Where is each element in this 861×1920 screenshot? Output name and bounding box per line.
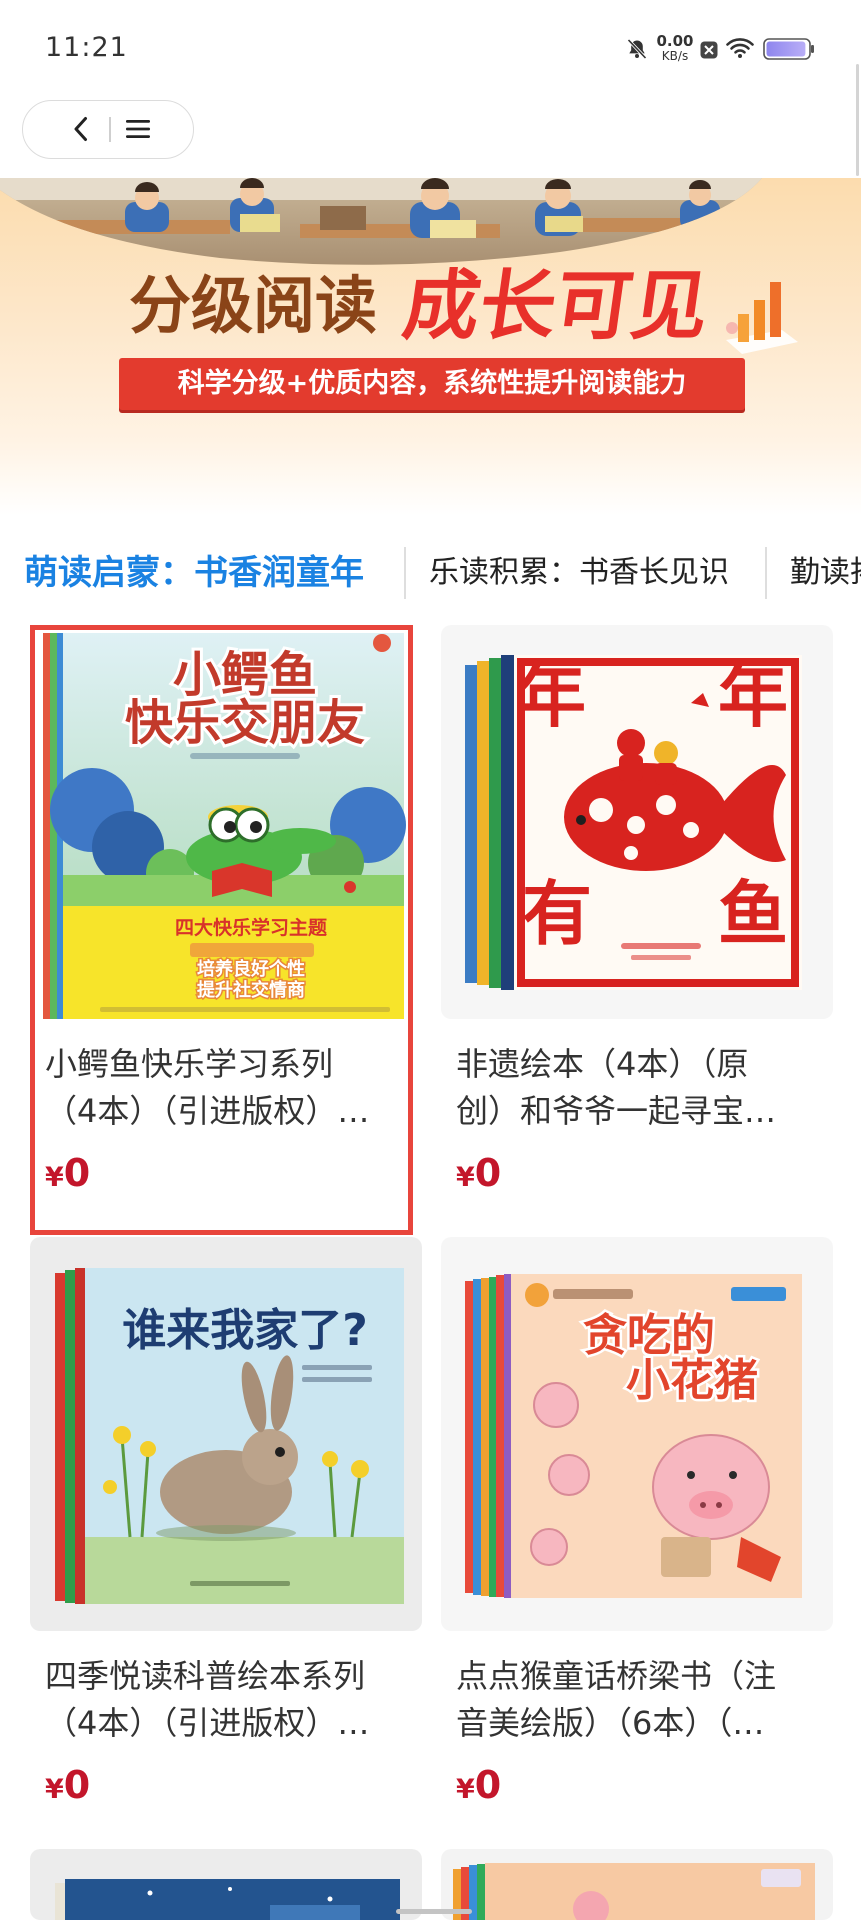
close-box-icon bbox=[700, 41, 718, 59]
product-price: ¥0 bbox=[45, 1151, 90, 1195]
product-card[interactable]: 谁来我家了? 四季悦读科普绘本系列 （4本）（引进版权）… ¥0 bbox=[30, 1237, 422, 1837]
nav-capsule bbox=[22, 100, 194, 159]
product-title: 点点猴童话桥梁书（注 音美绘版）（6本）（… bbox=[456, 1653, 824, 1747]
cover-character: 年 bbox=[718, 655, 788, 737]
banner-subtitle: 科学分级+优质内容，系统性提升阅读能力 bbox=[119, 358, 745, 410]
tab-ledu-jilei[interactable]: 乐读积累：书香长见识 bbox=[429, 545, 755, 601]
product-price: ¥0 bbox=[456, 1151, 501, 1195]
product-title-line: 小鳄鱼快乐学习系列 bbox=[45, 1045, 334, 1083]
product-image: 谁来我家了? bbox=[30, 1237, 422, 1631]
status-bar: 11:21 0.00 KB/s bbox=[0, 0, 861, 96]
price-value: 0 bbox=[474, 1763, 502, 1807]
product-card[interactable]: 年 年 有 鱼 非遗绘本（4本）（原 创）和爷爷一起寻宝… ¥0 bbox=[441, 625, 833, 1225]
price-value: 0 bbox=[63, 1151, 91, 1195]
product-title: 四季悦读科普绘本系列 （4本）（引进版权）… bbox=[45, 1653, 413, 1747]
book-cover-piglet: 贪吃的 小花猪 bbox=[441, 1237, 833, 1631]
product-price: ¥0 bbox=[456, 1763, 501, 1807]
product-title-line: 创）和爷爷一起寻宝… bbox=[456, 1092, 777, 1130]
product-title-line: （4本）（引进版权）… bbox=[45, 1704, 370, 1742]
wifi-icon bbox=[726, 38, 754, 58]
book-cover-crocodile: 小鳄鱼 快乐交朋友 四大快乐学习主题 培养良好个性 提升社交情商 bbox=[30, 625, 422, 1019]
product-image: 小鳄鱼 快乐交朋友 四大快乐学习主题 培养良好个性 提升社交情商 bbox=[30, 625, 422, 1019]
cover-title: 谁来我家了? bbox=[122, 1305, 368, 1356]
price-currency: ¥ bbox=[456, 1162, 475, 1193]
product-title-line: 四季悦读科普绘本系列 bbox=[45, 1657, 366, 1695]
tab-divider bbox=[404, 547, 406, 599]
cover-character: 有 bbox=[522, 873, 592, 955]
network-speed: 0.00 KB/s bbox=[655, 33, 695, 63]
back-button[interactable] bbox=[23, 101, 109, 157]
book-cover-nian-nian-you-yu: 年 年 有 鱼 bbox=[441, 625, 833, 1019]
status-time: 11:21 bbox=[45, 32, 128, 63]
tab-divider bbox=[765, 547, 767, 599]
cover-band-line: 提升社交情商 bbox=[197, 979, 305, 1001]
network-speed-value: 0.00 bbox=[656, 32, 694, 50]
price-value: 0 bbox=[63, 1763, 91, 1807]
product-image bbox=[441, 1849, 833, 1920]
cover-title-line: 小花猪 bbox=[626, 1355, 758, 1406]
home-indicator[interactable] bbox=[396, 1909, 472, 1914]
price-currency: ¥ bbox=[45, 1162, 64, 1193]
price-currency: ¥ bbox=[456, 1774, 475, 1805]
network-speed-unit: KB/s bbox=[661, 49, 689, 63]
product-title-line: （4本）（引进版权）… bbox=[45, 1092, 370, 1130]
product-title-line: 非遗绘本（4本）（原 bbox=[456, 1045, 749, 1083]
category-tabs: 萌读启蒙：书香润童年 乐读积累：书香长见识 勤读拓 bbox=[0, 545, 861, 601]
product-title-line: 点点猴童话桥梁书（注 bbox=[456, 1657, 777, 1695]
growth-chart-icon bbox=[726, 282, 798, 354]
menu-icon bbox=[126, 120, 150, 138]
product-card[interactable]: 贪吃的 小花猪 点点猴童话桥梁书（注 音美绘版）（6本）（… ¥0 bbox=[441, 1237, 833, 1837]
cover-band-line: 四大快乐学习主题 bbox=[175, 916, 327, 939]
product-image: 贪吃的 小花猪 bbox=[441, 1237, 833, 1631]
chevron-left-icon bbox=[74, 117, 87, 141]
battery-level-fill bbox=[766, 41, 806, 57]
cover-character: 鱼 bbox=[718, 873, 788, 955]
mute-bell-icon bbox=[627, 38, 647, 60]
book-cover-partial bbox=[30, 1849, 422, 1920]
product-title-line: 音美绘版）（6本）（… bbox=[456, 1704, 765, 1742]
price-value: 0 bbox=[474, 1151, 502, 1195]
page-scrollbar[interactable] bbox=[856, 64, 859, 176]
promo-banner[interactable]: 分级阅读 成长可见 科学分级+优质内容，系统性提升阅读能力 bbox=[0, 178, 861, 515]
product-title: 小鳄鱼快乐学习系列 （4本）（引进版权）… bbox=[45, 1041, 413, 1135]
product-card[interactable] bbox=[441, 1849, 833, 1920]
book-cover-partial bbox=[441, 1849, 833, 1920]
book-cover-rabbit: 谁来我家了? bbox=[30, 1237, 422, 1631]
cover-title-line: 快乐交朋友 bbox=[125, 695, 365, 751]
cover-character: 年 bbox=[516, 655, 586, 737]
tab-qindu[interactable]: 勤读拓 bbox=[790, 545, 861, 601]
banner-title-left: 分级阅读 bbox=[129, 269, 378, 342]
cover-title-line: 贪吃的 bbox=[583, 1310, 715, 1361]
product-price: ¥0 bbox=[45, 1763, 90, 1807]
product-image bbox=[30, 1849, 422, 1920]
menu-button[interactable] bbox=[111, 101, 193, 157]
product-image: 年 年 有 鱼 bbox=[441, 625, 833, 1019]
product-card[interactable]: 小鳄鱼 快乐交朋友 四大快乐学习主题 培养良好个性 提升社交情商 小鳄鱼快乐学习… bbox=[30, 625, 422, 1225]
product-title: 非遗绘本（4本）（原 创）和爷爷一起寻宝… bbox=[456, 1041, 824, 1135]
cover-band-line: 培养良好个性 bbox=[197, 958, 305, 980]
price-currency: ¥ bbox=[45, 1774, 64, 1805]
banner-title-right: 成长可见 bbox=[397, 261, 715, 350]
battery-icon bbox=[763, 38, 814, 60]
product-card[interactable] bbox=[30, 1849, 422, 1920]
tab-mengdu-qimeng[interactable]: 萌读启蒙：书香润童年 bbox=[24, 545, 394, 601]
